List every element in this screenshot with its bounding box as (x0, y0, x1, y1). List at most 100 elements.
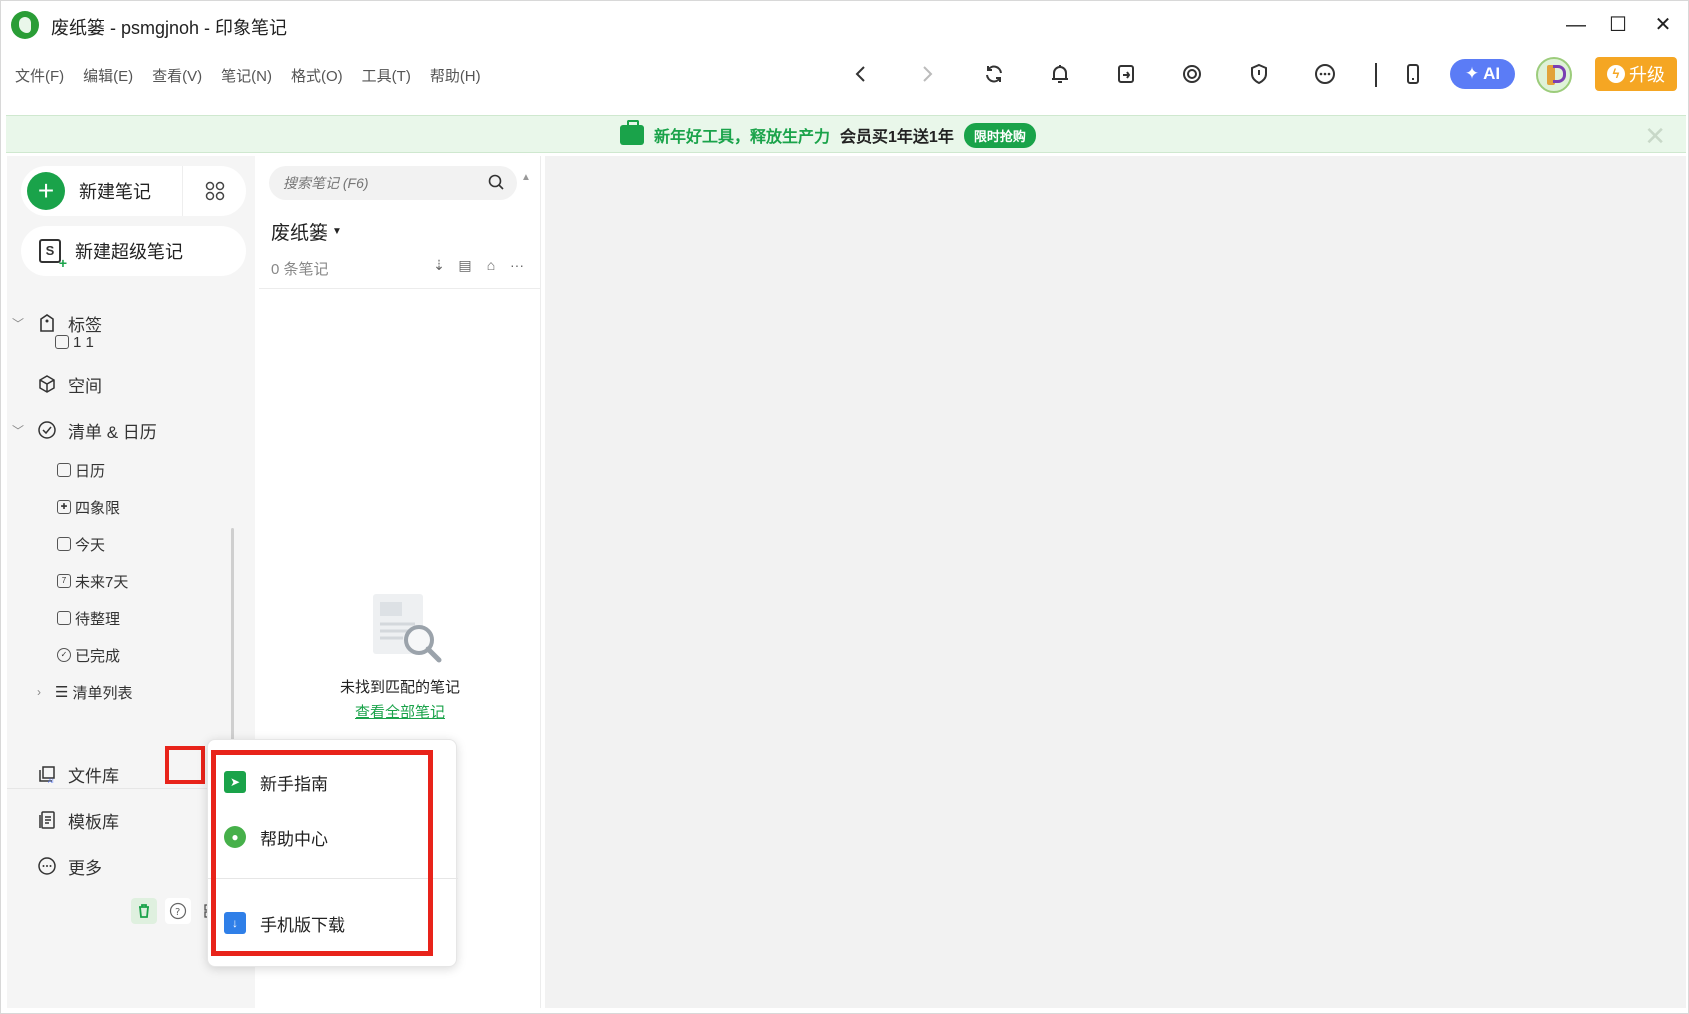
collapse-caret-icon[interactable]: ▲ (521, 172, 531, 183)
svg-text:?: ? (175, 907, 180, 918)
menu-note[interactable]: 笔记(N) (221, 65, 272, 86)
template-icon (36, 809, 58, 831)
sidebar-item-calendar[interactable]: 日历 (57, 456, 105, 484)
sidebar-item-inbox[interactable]: 待整理 (57, 604, 120, 632)
menu-edit[interactable]: 编辑(E) (83, 65, 133, 86)
banner-slogan: 新年好工具，释放生产力 (654, 129, 831, 146)
sub-item-label: 待整理 (75, 610, 121, 628)
banner-cta-button[interactable]: 限时抢购 (963, 122, 1036, 148)
banner-close-icon[interactable]: ✕ (1644, 121, 1666, 152)
lightning-icon: ϟ (1607, 65, 1625, 83)
toolbar-separator (1375, 63, 1377, 87)
super-note-icon: S (39, 239, 67, 269)
notebook-title-label: 废纸篓 (271, 223, 329, 244)
today-icon (57, 537, 71, 551)
forward-icon[interactable] (912, 59, 942, 89)
tag-icon (55, 335, 69, 349)
sidebar-item-completed[interactable]: ✓ 已完成 (57, 641, 120, 669)
editor-area (545, 156, 1686, 1008)
sub-item-label: 日历 (75, 462, 106, 480)
upgrade-button[interactable]: ϟ 升级 (1595, 57, 1677, 91)
notebook-title[interactable]: 废纸篓 ▼ (271, 218, 342, 245)
search-input[interactable] (283, 175, 473, 191)
sidebar-item-tags[interactable]: ﹀ 标签 (7, 307, 247, 339)
filter-tag-icon[interactable]: ⌂ (483, 257, 499, 273)
shield-icon[interactable] (1244, 59, 1274, 89)
view-toggle-icon[interactable]: ▤ (457, 257, 473, 273)
sidebar-item-today[interactable]: 今天 (57, 530, 105, 558)
sidebar-item-label: 文件库 (68, 766, 119, 786)
menu-tools[interactable]: 工具(T) (362, 65, 411, 86)
cube-icon (36, 373, 58, 395)
list-tools: ⇣ ▤ ⌂ ··· (431, 257, 525, 274)
app-window: 废纸篓 - psmgjnoh - 印象笔记 — ☐ ✕ 文件(F) 编辑(E) … (0, 0, 1689, 1014)
share-icon[interactable] (1111, 59, 1141, 89)
sub-item-label: 今天 (75, 536, 106, 554)
sort-icon[interactable]: ⇣ (431, 257, 447, 273)
tag-item-label: 1 1 (73, 333, 94, 351)
sidebar-item-next-7-days[interactable]: 7 未来7天 (57, 567, 128, 595)
seven-days-icon: 7 (57, 574, 71, 588)
close-button[interactable]: ✕ (1645, 11, 1681, 39)
chevron-down-icon[interactable]: ﹀ (12, 315, 28, 332)
sub-item-label: 四象限 (75, 499, 121, 517)
sidebar-item-todo-calendar[interactable]: ﹀ 清单 & 日历 (7, 414, 247, 446)
more-circle-icon (36, 855, 58, 877)
ai-button-label: AI (1483, 64, 1501, 83)
search-field[interactable] (269, 166, 517, 200)
chevron-down-icon[interactable]: ﹀ (12, 422, 28, 439)
banner-offer: 会员买1年送1年 (840, 129, 954, 146)
sidebar-item-space[interactable]: 空间 (7, 368, 247, 400)
grid-apps-icon[interactable] (182, 166, 246, 216)
trash-icon[interactable] (131, 898, 157, 924)
sidebar-item-lists[interactable]: › ☰ 清单列表 (37, 678, 132, 706)
chevron-right-icon[interactable]: › (37, 685, 51, 699)
sub-item-label: 未来7天 (75, 573, 129, 591)
menu-view[interactable]: 查看(V) (152, 65, 202, 86)
new-super-note-button[interactable]: S 新建超级笔记 (21, 226, 246, 276)
sidebar-item-tag-1[interactable]: 1 1 (55, 328, 94, 356)
maximize-button[interactable]: ☐ (1600, 11, 1636, 39)
new-note-button[interactable]: + 新建笔记 (21, 166, 246, 216)
view-all-notes-link[interactable]: 查看全部笔记 (259, 701, 541, 722)
file-library-icon: AI (36, 763, 58, 785)
avatar[interactable] (1536, 57, 1572, 93)
sparkle-icon: ✦ (1464, 64, 1480, 83)
sidebar-item-label: 空间 (68, 376, 102, 396)
quadrant-icon: ✚ (57, 500, 71, 514)
highlight-help-button (165, 746, 205, 784)
briefcase-icon (620, 120, 644, 145)
upgrade-label: 升级 (1629, 65, 1665, 85)
phone-icon[interactable] (1398, 59, 1428, 89)
empty-search-illustration-icon (373, 594, 442, 663)
sidebar-item-label: 更多 (68, 858, 102, 878)
new-note-label: 新建笔记 (79, 182, 151, 202)
minimize-button[interactable]: — (1558, 11, 1594, 39)
note-count: 0 条笔记 (271, 261, 329, 278)
ai-button[interactable]: ✦ AI (1450, 59, 1515, 89)
menu-bar: 文件(F) 编辑(E) 查看(V) 笔记(N) 格式(O) 工具(T) 帮助(H… (15, 65, 481, 86)
menu-help[interactable]: 帮助(H) (430, 65, 481, 86)
smile-icon[interactable] (1177, 59, 1207, 89)
title-bar: 废纸篓 - psmgjnoh - 印象笔记 — ☐ ✕ (1, 1, 1688, 49)
dropdown-caret-icon: ▼ (332, 226, 342, 237)
inbox-icon (57, 611, 71, 625)
more-options-icon[interactable]: ··· (509, 257, 525, 273)
sync-icon[interactable] (979, 59, 1009, 89)
svg-text:AI: AI (48, 779, 54, 784)
back-icon[interactable] (846, 59, 876, 89)
window-title: 废纸篓 - psmgjnoh - 印象笔记 (51, 18, 288, 38)
calendar-icon (57, 463, 71, 477)
done-icon: ✓ (57, 648, 71, 662)
search-icon[interactable] (487, 173, 505, 196)
menu-format[interactable]: 格式(O) (291, 65, 343, 86)
sidebar-item-label: 清单 & 日历 (68, 422, 157, 442)
menu-file[interactable]: 文件(F) (15, 65, 64, 86)
sidebar-item-quadrant[interactable]: ✚ 四象限 (57, 493, 120, 521)
bell-icon[interactable] (1045, 59, 1075, 89)
evernote-logo-icon (11, 11, 39, 39)
more-icon[interactable] (1310, 59, 1340, 89)
new-super-note-label: 新建超级笔记 (75, 242, 183, 262)
help-icon[interactable]: ? (165, 898, 191, 924)
sub-item-label: 已完成 (75, 647, 121, 665)
